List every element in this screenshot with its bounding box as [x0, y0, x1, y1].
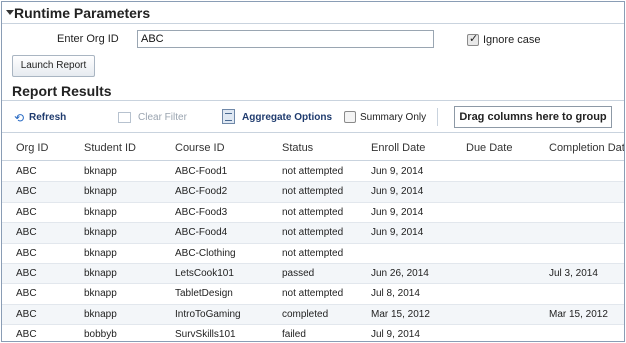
column-header-completion-date[interactable]: Completion Dat — [549, 142, 624, 154]
clear-filter-button[interactable]: Clear Filter — [138, 101, 187, 133]
report-results-title: Report Results — [12, 83, 112, 99]
cell-course-id: SurvSkills101 — [175, 329, 236, 341]
cell-status: completed — [282, 308, 329, 320]
table-row[interactable]: ABC bknapp IntroToGaming completed Mar 1… — [2, 304, 624, 326]
cell-org-id: ABC — [16, 267, 37, 279]
cell-org-id: ABC — [16, 166, 37, 177]
summary-only-checkbox[interactable] — [344, 111, 356, 123]
cell-org-id: ABC — [16, 186, 37, 198]
cell-status: passed — [282, 267, 315, 279]
column-header-course-id[interactable]: Course ID — [175, 142, 225, 154]
cell-enroll-date: Jun 9, 2014 — [371, 206, 424, 218]
refresh-icon[interactable]: ⟲ — [14, 111, 24, 125]
cell-student-id: bknapp — [84, 206, 117, 218]
runtime-parameters-header[interactable]: Runtime Parameters — [2, 2, 624, 24]
org-id-label: Enter Org ID — [57, 33, 119, 45]
cell-course-id: ABC-Food4 — [175, 227, 228, 239]
cell-enroll-date: Jul 9, 2014 — [371, 329, 420, 341]
cell-status: not attempted — [282, 166, 344, 177]
ignore-case-checkbox[interactable] — [467, 32, 479, 46]
runtime-parameters-title: Runtime Parameters — [14, 5, 151, 21]
cell-student-id: bknapp — [84, 186, 117, 198]
cell-enroll-date: Jul 8, 2014 — [371, 288, 420, 300]
cell-org-id: ABC — [16, 206, 37, 218]
cell-student-id: bknapp — [84, 247, 117, 259]
table-row[interactable]: ABC bknapp ABC-Food1 not attempted Jun 9… — [2, 162, 624, 183]
cell-student-id: bknapp — [84, 166, 117, 177]
cell-student-id: bknapp — [84, 267, 117, 279]
launch-report-button[interactable]: Launch Report — [12, 55, 95, 77]
column-header-due-date[interactable]: Due Date — [466, 142, 512, 154]
column-header-org-id[interactable]: Org ID — [16, 142, 48, 154]
cell-status: not attempted — [282, 227, 344, 239]
cell-org-id: ABC — [16, 308, 37, 320]
cell-status: not attempted — [282, 247, 344, 259]
ignore-case-label: Ignore case — [483, 34, 541, 46]
cell-org-id: ABC — [16, 288, 37, 300]
cell-student-id: bobbyb — [84, 329, 117, 341]
cell-enroll-date: Jun 9, 2014 — [371, 166, 424, 177]
table-row[interactable]: ABC bobbyb SurvSkills101 failed Jul 9, 2… — [2, 325, 624, 341]
group-by-drop-zone[interactable]: Drag columns here to group — [454, 106, 612, 128]
cell-course-id: TabletDesign — [175, 288, 233, 300]
cell-org-id: ABC — [16, 247, 37, 259]
collapse-triangle-icon[interactable] — [6, 10, 14, 15]
cell-student-id: bknapp — [84, 308, 117, 320]
cell-course-id: ABC-Clothing — [175, 247, 236, 259]
column-header-student-id[interactable]: Student ID — [84, 142, 136, 154]
table-row[interactable]: ABC bknapp TabletDesign not attempted Ju… — [2, 284, 624, 305]
cell-status: not attempted — [282, 186, 344, 198]
refresh-button[interactable]: Refresh — [29, 101, 66, 133]
cell-status: not attempted — [282, 206, 344, 218]
table-row[interactable]: ABC bknapp ABC-Clothing not attempted — [2, 244, 624, 264]
cell-course-id: ABC-Food1 — [175, 166, 228, 177]
cell-enroll-date: Jun 26, 2014 — [371, 267, 429, 279]
cell-course-id: ABC-Food3 — [175, 206, 228, 218]
cell-enroll-date: Mar 15, 2012 — [371, 308, 430, 320]
cell-org-id: ABC — [16, 227, 37, 239]
table-row[interactable]: ABC bknapp ABC-Food4 not attempted Jun 9… — [2, 223, 624, 244]
cell-status: not attempted — [282, 288, 344, 300]
cell-student-id: bknapp — [84, 288, 117, 300]
grid-body: ABC bknapp ABC-Food1 not attempted Jun 9… — [2, 162, 624, 341]
cell-course-id: IntroToGaming — [175, 308, 241, 320]
cell-completion-date: Jul 3, 2014 — [549, 267, 598, 279]
cell-student-id: bknapp — [84, 227, 117, 239]
table-row[interactable]: ABC bknapp LetsCook101 passed Jun 26, 20… — [2, 263, 624, 285]
toolbar-separator — [437, 108, 438, 126]
report-toolbar: ⟲ Refresh Clear Filter Aggregate Options… — [2, 101, 624, 133]
summary-only-label: Summary Only — [360, 111, 427, 123]
aggregate-options-icon[interactable] — [222, 109, 235, 124]
column-header-status[interactable]: Status — [282, 142, 313, 154]
org-id-input[interactable] — [137, 30, 434, 48]
cell-status: failed — [282, 329, 306, 341]
clear-filter-icon — [118, 112, 131, 123]
cell-course-id: ABC-Food2 — [175, 186, 228, 198]
report-window: Runtime Parameters Enter Org ID Ignore c… — [1, 1, 625, 342]
aggregate-options-button[interactable]: Aggregate Options — [242, 101, 332, 133]
cell-course-id: LetsCook101 — [175, 267, 234, 279]
table-row[interactable]: ABC bknapp ABC-Food3 not attempted Jun 9… — [2, 203, 624, 224]
column-header-enroll-date[interactable]: Enroll Date — [371, 142, 425, 154]
table-row[interactable]: ABC bknapp ABC-Food2 not attempted Jun 9… — [2, 182, 624, 203]
cell-enroll-date: Jun 9, 2014 — [371, 227, 424, 239]
cell-completion-date: Mar 15, 2012 — [549, 308, 608, 320]
cell-enroll-date: Jun 9, 2014 — [371, 186, 424, 198]
cell-org-id: ABC — [16, 329, 37, 341]
grid-header: Org ID Student ID Course ID Status Enrol… — [2, 134, 624, 161]
